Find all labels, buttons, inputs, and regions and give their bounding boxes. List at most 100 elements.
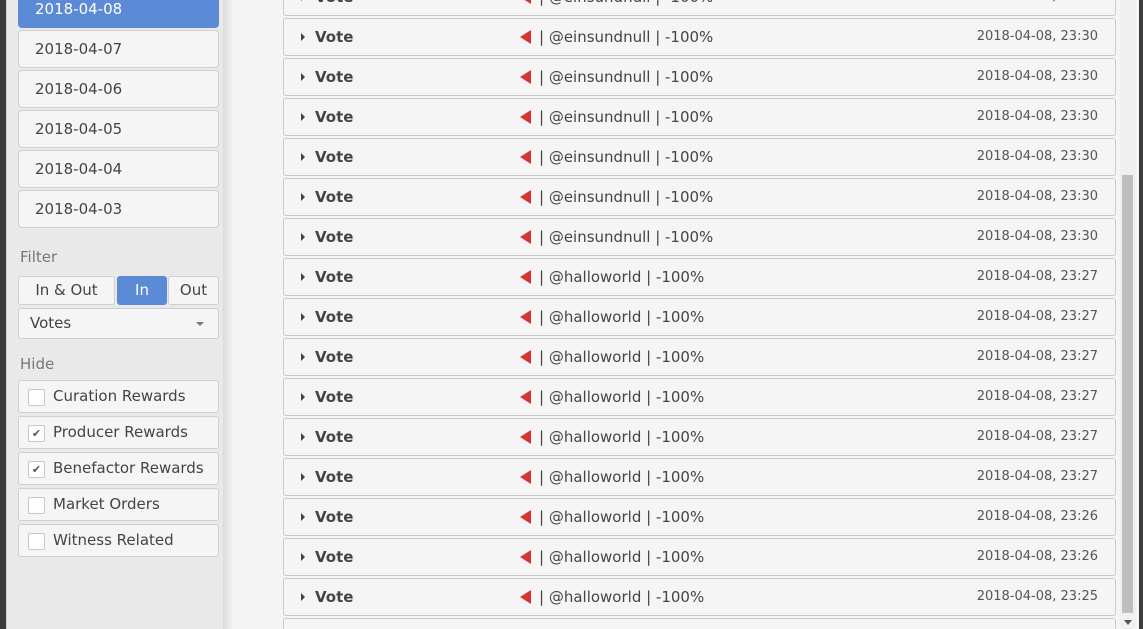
transaction-row[interactable]: Vote | @halloworld | -100% 2018-04-08, 23:… [283,538,1116,576]
downvote-flag-icon [520,470,531,484]
transaction-type: Vote [315,548,354,566]
downvote-flag-icon [520,270,531,284]
transaction-detail: | @einsundnull | -100% [539,188,714,206]
expand-triangle-icon[interactable] [301,473,305,481]
expand-triangle-icon[interactable] [301,353,305,361]
transaction-row[interactable]: Vote | @halloworld | -100% 2018-04-08, 23:… [283,378,1116,416]
expand-triangle-icon[interactable] [301,513,305,521]
transaction-row[interactable]: Vote | @halloworld | -100% 2018-04-08, 23:… [283,418,1116,456]
transaction-type: Vote [315,268,354,286]
transaction-row[interactable]: Vote | @halloworld | -100% 2018-04-08, 23:… [283,498,1116,536]
scroll-down-arrow-icon[interactable] [1124,620,1132,625]
transaction-type: Vote [315,108,354,126]
downvote-flag-icon [520,150,531,164]
transaction-detail: | @halloworld | -100% [539,428,705,446]
sidebar: 2018-04-08 2018-04-07 2018-04-06 2018-04-05… [6,0,223,629]
date-button[interactable]: 2018-04-06 [18,70,219,108]
transaction-time: 2018-04-08, 23:25 [976,589,1098,604]
downvote-flag-icon [520,30,531,44]
transaction-time: 2018-04-08, 23:30 [976,109,1098,124]
transaction-detail: | @halloworld | -100% [539,308,705,326]
transaction-row[interactable]: Vote | @einsundnull | -100% 2018-04-08, 23… [283,98,1116,136]
transaction-time: 2018-04-08, 23:27 [976,349,1098,364]
direction-option[interactable]: In & Out [18,276,115,305]
transaction-row[interactable]: Vote | @einsundnull | -100% 2018-04-08, 23… [283,138,1116,176]
hide-option[interactable]: Curation Rewards [18,380,219,413]
direction-option[interactable]: Out [168,276,219,305]
hide-option[interactable]: Market Orders [18,488,219,521]
transaction-row[interactable]: Vote | @halloworld | -100% 2018-04-08, 23:… [283,458,1116,496]
expand-triangle-icon[interactable] [301,33,305,41]
transaction-time: 2018-04-08, 23:30 [976,29,1098,44]
expand-triangle-icon[interactable] [301,153,305,161]
hide-option[interactable]: Witness Related [18,524,219,557]
transaction-row[interactable]: Vote | @halloworld | -100% 2018-04-08, 23:… [283,298,1116,336]
downvote-flag-icon [520,510,531,524]
downvote-flag-icon [520,390,531,404]
hide-option[interactable]: ✔ Benefactor Rewards [18,452,219,485]
direction-option[interactable]: In [117,276,167,305]
checkbox[interactable] [28,533,45,550]
transaction-detail: | @einsundnull | -100% [539,28,714,46]
checkbox[interactable] [28,497,45,514]
downvote-flag-icon [520,310,531,324]
transaction-row[interactable]: Vote | @halloworld | -100% 2018-04-08, 23:… [283,338,1116,376]
scrollbar-thumb[interactable] [1122,175,1133,613]
date-button[interactable]: 2018-04-08 [18,0,219,28]
transaction-row[interactable]: Vote | @halloworld | -100% 2018-04-08, 23:… [283,578,1116,616]
transaction-type: Vote [315,68,354,86]
transaction-type: Vote [315,28,354,46]
transaction-row[interactable]: Vote | @einsundnull | -100% 2018-04-08, 23… [283,18,1116,56]
expand-triangle-icon[interactable] [301,233,305,241]
transaction-type: Vote [315,428,354,446]
hide-option-label: Benefactor Rewards [53,459,204,477]
checkbox[interactable]: ✔ [28,425,45,442]
transaction-detail: | @halloworld | -100% [539,508,705,526]
expand-triangle-icon[interactable] [301,273,305,281]
transaction-type: Vote [315,148,354,166]
transaction-type: Vote [315,188,354,206]
transaction-row[interactable]: Vote | @einsundnull | -100% 2018-04-08, 23… [283,0,1116,16]
transaction-row[interactable]: Vote | @einsundnull | -100% 2018-04-08, 23… [283,58,1116,96]
transaction-list: Vote | @einsundnull | -100% 2018-04-08, 23… [233,0,1118,629]
transaction-row[interactable]: Vote | @einsundnull | -100% 2018-04-08, 23… [283,218,1116,256]
expand-triangle-icon[interactable] [301,313,305,321]
expand-triangle-icon[interactable] [301,113,305,121]
expand-triangle-icon[interactable] [301,73,305,81]
transaction-detail: | @einsundnull | -100% [539,108,714,126]
transaction-time: 2018-04-08, 23:27 [976,429,1098,444]
expand-triangle-icon[interactable] [301,193,305,201]
expand-triangle-icon[interactable] [301,593,305,601]
transaction-detail: | @einsundnull | -100% [539,148,714,166]
downvote-flag-icon [520,550,531,564]
date-button[interactable]: 2018-04-05 [18,110,219,148]
transaction-time: 2018-04-08, 23:30 [976,69,1098,84]
hide-option[interactable]: ✔ Producer Rewards [18,416,219,449]
transaction-time: 2018-04-08, 23:26 [976,549,1098,564]
expand-triangle-icon[interactable] [301,393,305,401]
expand-triangle-icon[interactable] [301,433,305,441]
type-select[interactable]: Votes [18,308,219,339]
expand-triangle-icon[interactable] [301,553,305,561]
downvote-flag-icon [520,350,531,364]
date-button[interactable]: 2018-04-04 [18,150,219,188]
type-select-value: Votes [30,314,72,332]
date-button[interactable]: 2018-04-03 [18,190,219,228]
expand-triangle-icon[interactable] [301,0,305,1]
filter-label: Filter [20,248,58,266]
checkbox[interactable] [28,389,45,406]
hide-option-label: Producer Rewards [53,423,188,441]
scrollbar[interactable] [1120,0,1136,629]
checkmark-icon: ✔ [31,427,42,440]
hide-label: Hide [20,355,55,373]
transaction-type: Vote [315,348,354,366]
transaction-row[interactable]: Vote | @halloworld | -100% 2018-04-08, 23:… [283,258,1116,296]
checkbox[interactable]: ✔ [28,461,45,478]
transaction-row[interactable]: Vote | @einsundnull | -100% 2018-04-08, 23… [283,178,1116,216]
date-button[interactable]: 2018-04-07 [18,30,219,68]
transaction-detail: | @halloworld | -100% [539,588,705,606]
transaction-row[interactable] [283,618,1116,629]
downvote-flag-icon [520,0,531,4]
hide-option-label: Curation Rewards [53,387,186,405]
downvote-flag-icon [520,110,531,124]
